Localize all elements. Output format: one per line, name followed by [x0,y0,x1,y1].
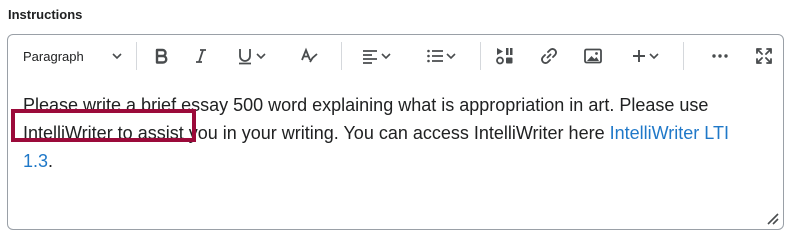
toolbar-divider [683,42,684,70]
link-icon [539,46,559,66]
instructions-text: Please write a brief essay 500 word expl… [23,95,709,143]
bold-icon [152,47,170,65]
paragraph-format-select[interactable]: Paragraph [17,41,129,71]
editor-toolbar: Paragraph [8,35,783,77]
field-label: Instructions [8,7,83,22]
chevron-down-icon [111,50,123,62]
list-icon [425,46,445,66]
chevron-down-icon [380,50,392,62]
chevron-down-icon [648,50,660,62]
list-button[interactable] [416,41,466,71]
format-clear-button[interactable] [294,41,324,71]
rich-text-editor[interactable]: Paragraph Please write a brief essay 500… [7,34,784,230]
more-icon [710,46,730,66]
fullscreen-button[interactable] [749,41,779,71]
plus-icon [630,47,648,65]
insert-more-button[interactable] [622,41,668,71]
image-icon [583,46,603,66]
insert-media-button[interactable] [490,41,520,71]
instructions-text-end: . [48,151,54,171]
paragraph-format-label: Paragraph [23,48,84,64]
chevron-down-icon [445,50,457,62]
bold-button[interactable] [146,41,176,71]
editor-content[interactable]: Please write a brief essay 500 word expl… [23,91,763,175]
align-icon [360,46,380,66]
format-clear-icon [299,46,319,66]
insert-image-button[interactable] [578,41,608,71]
media-icon [495,46,515,66]
italic-icon [192,47,210,65]
toolbar-divider [480,42,481,70]
chevron-down-icon [255,50,267,62]
resize-handle-icon[interactable] [765,211,779,225]
more-options-button[interactable] [705,41,735,71]
fullscreen-icon [754,46,774,66]
underline-icon [235,46,255,66]
toolbar-divider [136,42,137,70]
italic-button[interactable] [186,41,216,71]
underline-button[interactable] [228,41,274,71]
toolbar-divider [341,42,342,70]
align-button[interactable] [353,41,399,71]
insert-link-button[interactable] [534,41,564,71]
